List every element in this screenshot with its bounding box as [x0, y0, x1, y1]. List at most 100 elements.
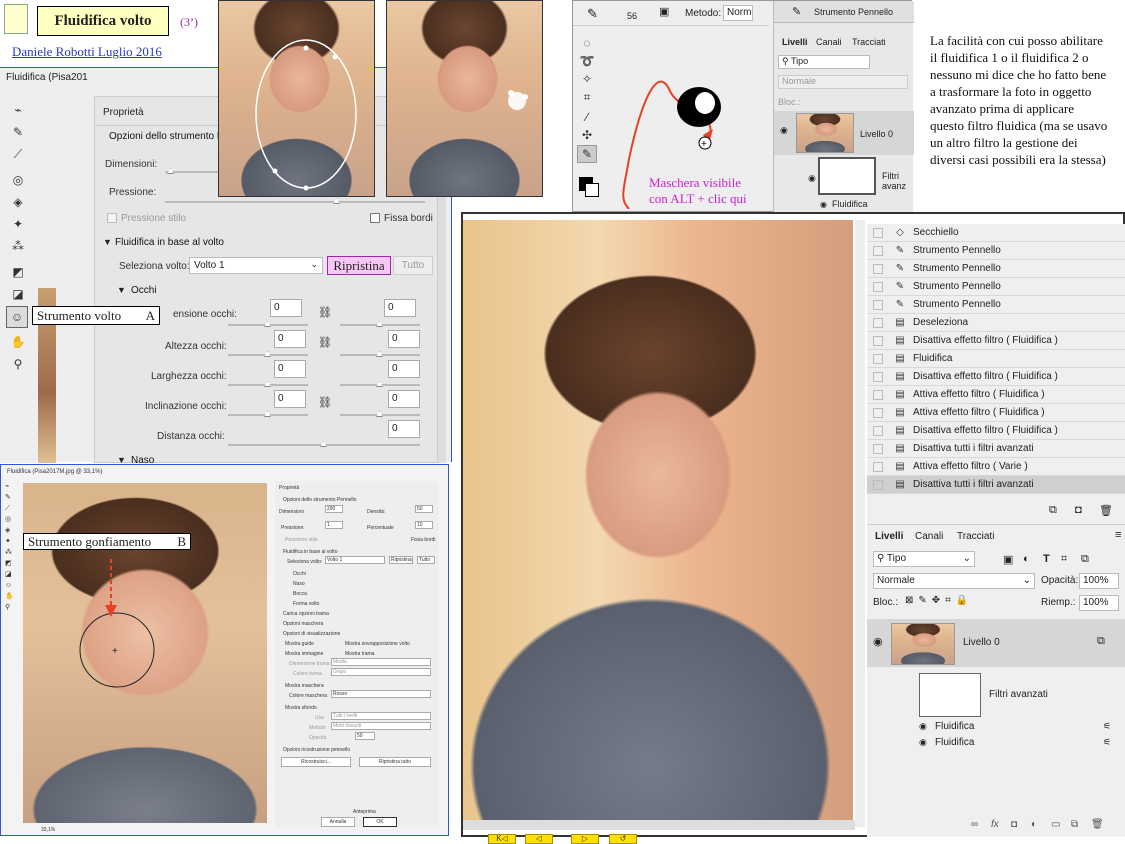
- eye-width-right-slider[interactable]: [340, 381, 420, 387]
- hand-icon[interactable]: ✋: [10, 334, 26, 350]
- history-item[interactable]: ▤ Disattiva effetto filtro ( Fluidifica ): [867, 422, 1125, 440]
- kind-filter[interactable]: ⚲ Tipo ⌄: [873, 551, 975, 567]
- face-shape-section[interactable]: Forma volto: [293, 601, 319, 607]
- lock-icons[interactable]: ⊠✎✥⌗🔒: [905, 595, 973, 606]
- crop-icon[interactable]: ⌗: [579, 89, 595, 105]
- all-button[interactable]: Tutto: [393, 256, 433, 275]
- eye-height-right-slider[interactable]: [340, 351, 420, 357]
- opacity-field[interactable]: 50: [355, 732, 375, 740]
- pressure-slider[interactable]: [165, 198, 425, 204]
- history-item[interactable]: ▤ Attiva effetto filtro ( Varie ): [867, 458, 1125, 476]
- mesh-size-dropdown[interactable]: Media: [331, 658, 431, 666]
- show-face-overlay-checkbox[interactable]: Mostra sovrapposizione volto: [345, 641, 410, 647]
- link-icon[interactable]: ⛓: [318, 336, 332, 349]
- history-checkbox[interactable]: [873, 299, 883, 310]
- twirl-icon[interactable]: ◎: [10, 172, 26, 188]
- trash-icon[interactable]: 🗑: [1091, 819, 1104, 830]
- history-item[interactable]: ▤ Attiva effetto filtro ( Fluidifica ): [867, 386, 1125, 404]
- history-item[interactable]: ✎ Strumento Pennello: [867, 260, 1125, 278]
- show-backdrop-checkbox[interactable]: Mostra sfondo: [285, 705, 317, 711]
- preview-checkbox[interactable]: Anteprima: [353, 809, 376, 815]
- history-item[interactable]: ✎ Strumento Pennello: [867, 242, 1125, 260]
- history-item[interactable]: ▤ Attiva effetto filtro ( Fluidifica ): [867, 404, 1125, 422]
- rate-field[interactable]: 10: [415, 521, 433, 529]
- brush-options-header[interactable]: Opzioni dello strumento P: [109, 131, 224, 142]
- eye-tilt-left-field[interactable]: 0: [274, 390, 306, 408]
- select-face-dropdown[interactable]: Volto 1 ⌄: [189, 257, 323, 274]
- show-guides-checkbox[interactable]: Mostra guide: [285, 641, 314, 647]
- history-item[interactable]: ✎ Strumento Pennello: [867, 296, 1125, 314]
- history-checkbox[interactable]: [873, 425, 883, 436]
- eye-distance-field[interactable]: 0: [388, 420, 420, 438]
- reset-button[interactable]: Ripristina: [327, 256, 391, 275]
- filter-options-icon[interactable]: ⚟: [1103, 721, 1111, 732]
- shape-filter-icon[interactable]: ⌗: [1061, 553, 1067, 566]
- reset-button[interactable]: Ripristina: [389, 556, 413, 564]
- brush-panel-icon[interactable]: ▣: [659, 5, 669, 18]
- history-checkbox[interactable]: [873, 245, 883, 256]
- brush-icon[interactable]: ✎: [577, 145, 597, 163]
- filter-mask-thumbnail[interactable]: [818, 157, 876, 195]
- eye-height-left-slider[interactable]: [228, 351, 308, 357]
- camera-icon[interactable]: ◘: [1075, 504, 1082, 516]
- nav-return-button[interactable]: ↺: [609, 834, 637, 844]
- smooth-icon[interactable]: ⟋: [10, 146, 26, 162]
- freeze-mask-icon[interactable]: ◩: [10, 264, 26, 280]
- smart-filter-mask[interactable]: [919, 673, 981, 717]
- cancel-button[interactable]: Annulla: [321, 817, 355, 827]
- stylus-checkbox[interactable]: [107, 213, 117, 223]
- restore-all-button[interactable]: Ripristina tutto: [359, 757, 431, 767]
- brush-icon[interactable]: ✎: [587, 6, 598, 22]
- tab-paths[interactable]: Tracciati: [957, 531, 994, 542]
- pressure-field[interactable]: 1: [325, 521, 343, 529]
- pucker-icon[interactable]: ◈: [10, 194, 26, 210]
- history-checkbox[interactable]: [873, 407, 883, 418]
- eyes-section-header[interactable]: Occhi: [131, 285, 157, 296]
- filter-item[interactable]: Fluidifica: [935, 737, 974, 748]
- adjust-filter-icon[interactable]: ◐: [1023, 553, 1030, 565]
- ellipse-marquee-icon[interactable]: ◌: [579, 35, 595, 51]
- filter-item[interactable]: Fluidifica: [935, 721, 974, 732]
- eye-width-right-field[interactable]: 0: [388, 360, 420, 378]
- eye-icon[interactable]: ◉: [820, 200, 827, 209]
- history-item[interactable]: ✎ Strumento Pennello: [867, 278, 1125, 296]
- panel-menu-icon[interactable]: ≡: [1115, 529, 1121, 541]
- eye-size-left-slider[interactable]: [228, 321, 308, 327]
- history-item[interactable]: ▤ Fluidifica: [867, 350, 1125, 368]
- history-item[interactable]: ▤ Deseleziona: [867, 314, 1125, 332]
- density-field[interactable]: 50: [415, 505, 433, 513]
- use-dropdown[interactable]: Tutti i livelli: [331, 712, 431, 720]
- show-mask-checkbox[interactable]: Mostra maschera: [285, 683, 324, 689]
- history-checkbox[interactable]: [873, 389, 883, 400]
- new-layer-icon[interactable]: ⧉: [1071, 819, 1078, 830]
- thaw-mask-icon[interactable]: ◪: [10, 286, 26, 302]
- nav-next-button[interactable]: ▷: [571, 834, 599, 844]
- history-checkbox[interactable]: [873, 371, 883, 382]
- smart-filter-icon[interactable]: ⧉: [1081, 553, 1089, 566]
- eye-icon[interactable]: ◉: [873, 635, 883, 648]
- mode-dropdown[interactable]: Metti davanti: [331, 722, 431, 730]
- push-left-icon[interactable]: ⁂: [10, 238, 26, 254]
- tab-layers[interactable]: Livelli: [782, 37, 808, 47]
- history-checkbox[interactable]: [873, 335, 883, 346]
- history-item[interactable]: ▤ Disattiva effetto filtro ( Fluidifica ): [867, 368, 1125, 386]
- eye-distance-slider[interactable]: [228, 441, 420, 447]
- eye-icon[interactable]: ◉: [919, 721, 927, 732]
- tab-layers[interactable]: Livelli: [875, 531, 903, 542]
- select-face-dropdown[interactable]: Volto 1: [325, 556, 385, 564]
- author-link[interactable]: Daniele Robotti Luglio 2016: [12, 44, 162, 60]
- face-tool-icon[interactable]: ☺: [6, 306, 28, 328]
- nav-first-button[interactable]: K◁: [488, 834, 516, 844]
- eye-size-right-field[interactable]: 0: [384, 299, 416, 317]
- kind-filter[interactable]: ⚲ Tipo: [778, 55, 870, 69]
- ok-button[interactable]: OK: [363, 817, 397, 827]
- nav-prev-button[interactable]: ◁: [525, 834, 553, 844]
- view-options-section[interactable]: Opzioni di visualizzazione: [283, 631, 340, 637]
- eye-size-left-field[interactable]: 0: [270, 299, 302, 317]
- history-item[interactable]: ▤ Disattiva tutti i filtri avanzati: [867, 476, 1125, 494]
- nose-section[interactable]: Naso: [293, 581, 305, 587]
- show-image-checkbox[interactable]: Mostra immagine: [285, 651, 323, 657]
- rebuild-button[interactable]: Ricostruisci...: [281, 757, 351, 767]
- mask-icon[interactable]: ◘: [1011, 819, 1017, 830]
- mask-color-dropdown[interactable]: Rosso: [331, 690, 431, 698]
